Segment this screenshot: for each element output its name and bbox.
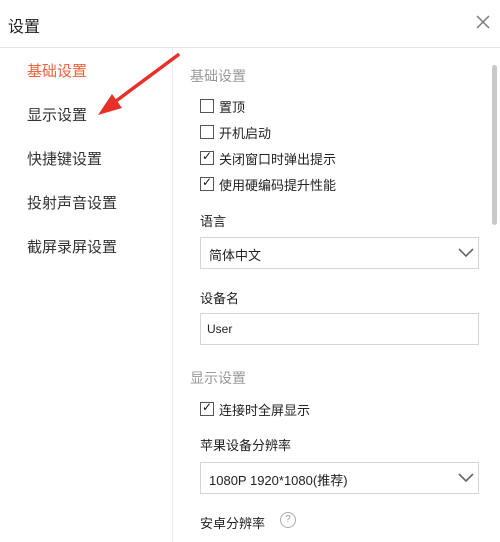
option-label: 置顶: [219, 100, 246, 115]
device-name-value: User: [207, 322, 233, 336]
section-title-basic: 基础设置: [190, 68, 246, 84]
language-label: 语言: [200, 214, 227, 229]
check-icon: ✓: [202, 400, 213, 414]
sidebar-item-label: 基础设置: [27, 63, 88, 80]
chevron-down-icon: [458, 248, 474, 258]
title-bar: 设置: [0, 0, 500, 48]
option-label: 使用硬编码提升性能: [219, 178, 337, 193]
checkbox[interactable]: [200, 99, 214, 113]
check-icon: ✓: [202, 175, 213, 189]
android-resolution-label: 安卓分辨率: [200, 516, 266, 531]
section-title-display: 显示设置: [190, 370, 246, 386]
device-name-label: 设备名: [200, 291, 240, 306]
sidebar-item-cast-audio-settings[interactable]: 投射声音设置: [0, 180, 171, 224]
check-icon: ✓: [202, 149, 213, 163]
sidebar-item-shortcut-settings[interactable]: 快捷键设置: [0, 136, 171, 180]
close-icon[interactable]: [472, 11, 494, 33]
sidebar-item-screenshot-recording-settings[interactable]: 截屏录屏设置: [0, 224, 171, 268]
scrollbar-thumb[interactable]: [492, 65, 497, 225]
option-label: 关闭窗口时弹出提示: [219, 152, 337, 167]
sidebar-item-label: 截屏录屏设置: [27, 239, 118, 256]
sidebar-item-label: 快捷键设置: [27, 151, 103, 168]
chevron-down-icon: [458, 473, 474, 483]
checkbox[interactable]: ✓: [200, 400, 214, 416]
checkbox[interactable]: ✓: [200, 175, 214, 191]
option-label: 开机启动: [219, 126, 272, 141]
checkbox[interactable]: [200, 125, 214, 139]
window-title: 设置: [8, 19, 41, 36]
sidebar-item-basic-settings[interactable]: 基础设置: [0, 48, 171, 92]
language-value: 简体中文: [209, 248, 262, 263]
apple-resolution-label: 苹果设备分辨率: [200, 438, 292, 453]
settings-sidebar: 基础设置 显示设置 快捷键设置 投射声音设置 截屏录屏设置: [0, 48, 173, 542]
help-icon[interactable]: ?: [280, 512, 296, 528]
device-name-input[interactable]: User: [200, 313, 479, 345]
sidebar-item-label: 投射声音设置: [27, 195, 118, 212]
sidebar-item-label: 显示设置: [27, 107, 88, 124]
apple-resolution-value: 1080P 1920*1080(推荐): [209, 473, 348, 488]
language-select[interactable]: 简体中文: [200, 237, 479, 269]
sidebar-item-display-settings[interactable]: 显示设置: [0, 92, 171, 136]
checkbox[interactable]: ✓: [200, 149, 214, 165]
option-label: 连接时全屏显示: [219, 403, 311, 418]
settings-content: 基础设置 置顶 开机启动 ✓ 关闭窗口时弹出提示 ✓ 使用硬编码提升性能 语言 …: [173, 48, 500, 542]
apple-resolution-select[interactable]: 1080P 1920*1080(推荐): [200, 462, 479, 494]
